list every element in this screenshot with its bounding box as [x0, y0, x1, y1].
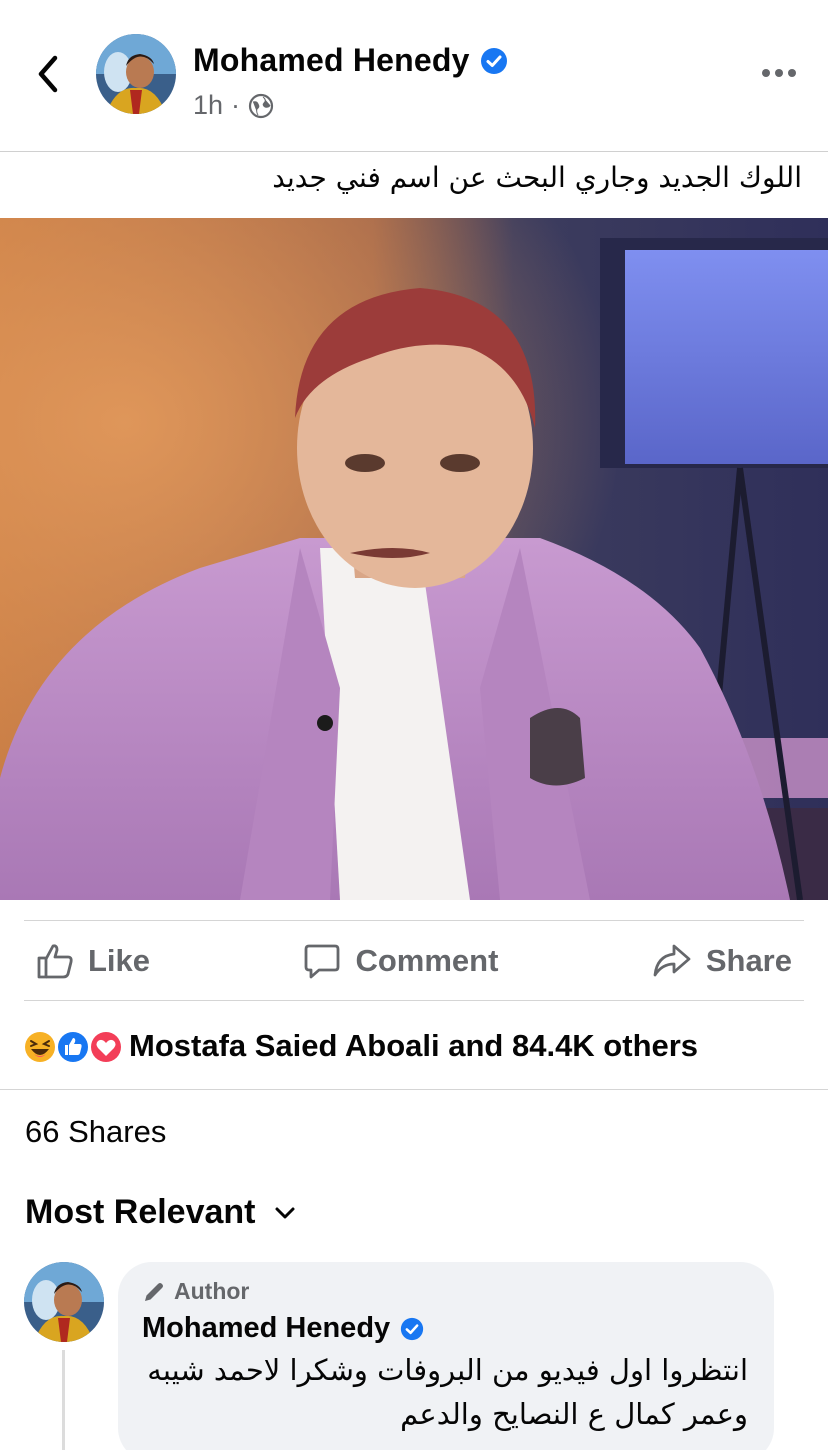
like-button[interactable]: Like	[24, 934, 162, 988]
pencil-icon	[145, 1282, 163, 1301]
thumbs-up-icon	[37, 944, 73, 979]
share-button[interactable]: Share	[640, 934, 804, 988]
post-caption: اللوك الجديد وجاري البحث عن اسم فني جديد	[272, 161, 802, 194]
commenter-name-text: Mohamed Henedy	[142, 1312, 391, 1344]
post-photo[interactable]	[0, 218, 828, 900]
chevron-left-icon	[38, 55, 58, 93]
thread-line	[62, 1350, 65, 1450]
comment-sort-dropdown[interactable]: Most Relevant	[25, 1193, 296, 1232]
verified-badge-icon	[480, 47, 507, 74]
post-header: Mohamed Henedy 1h ·	[0, 0, 828, 152]
share-icon	[653, 944, 691, 977]
commenter-name[interactable]: Mohamed Henedy	[142, 1312, 424, 1345]
comment-icon	[305, 944, 340, 979]
comment-text: انتظروا اول فيديو من البروفات وشكرا لاحم…	[147, 1353, 748, 1431]
actions-divider-bottom	[24, 1000, 804, 1001]
verified-badge-icon	[401, 1317, 424, 1340]
like-reaction-icon	[56, 1030, 90, 1064]
commenter-avatar[interactable]	[24, 1262, 104, 1342]
like-label: Like	[88, 943, 151, 978]
meta-separator: ·	[231, 90, 241, 120]
post-meta: 1h ·	[193, 90, 274, 121]
haha-icon	[23, 1030, 57, 1064]
reaction-icons	[22, 1027, 126, 1065]
share-label: Share	[705, 943, 792, 978]
comment-bubble: Author Mohamed Henedy انتظروا اول فيديو …	[118, 1262, 774, 1450]
reactions-text: Mostafa Saied Aboali and 84.4K others	[129, 1028, 699, 1063]
love-icon	[89, 1030, 123, 1064]
shares-count[interactable]: 66 Shares	[25, 1114, 166, 1150]
author-badge: Author	[142, 1278, 249, 1305]
chevron-down-icon	[275, 1207, 294, 1218]
back-button[interactable]	[28, 52, 68, 96]
globe-icon[interactable]	[248, 93, 274, 119]
sort-label: Most Relevant	[25, 1193, 256, 1231]
author-badge-label: Author	[174, 1278, 250, 1304]
more-options-button[interactable]	[758, 56, 800, 90]
ellipsis-icon	[762, 69, 796, 77]
post-time[interactable]: 1h	[193, 90, 223, 121]
section-divider	[0, 1089, 828, 1090]
author-name[interactable]: Mohamed Henedy	[193, 42, 508, 79]
comment-label: Comment	[355, 943, 499, 978]
comment-button[interactable]: Comment	[291, 934, 510, 988]
post-actions: Like Comment Share	[24, 921, 804, 1001]
author-name-text: Mohamed Henedy	[193, 42, 470, 78]
reactions-summary[interactable]: Mostafa Saied Aboali and 84.4K others	[22, 1024, 698, 1068]
author-avatar[interactable]	[96, 34, 176, 114]
